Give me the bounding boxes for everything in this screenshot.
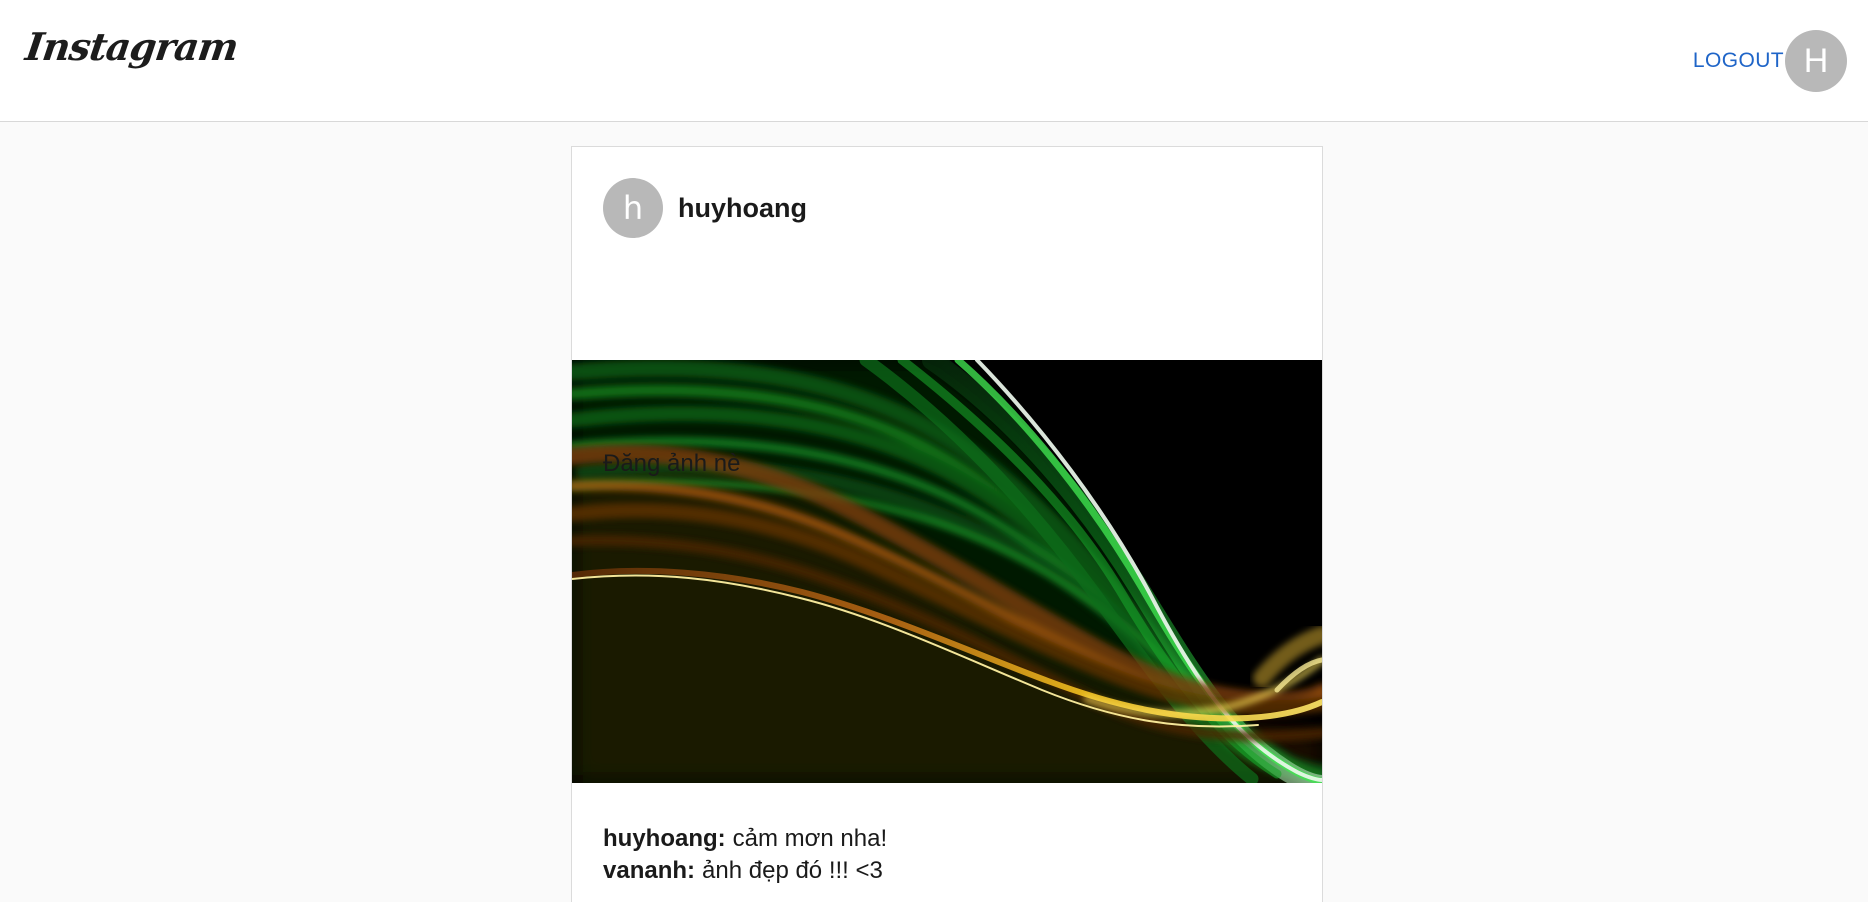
header-actions: LOGOUT H xyxy=(1693,30,1847,92)
comment-text: cảm mơn nha! xyxy=(732,825,888,852)
comment-item: vananh: ảnh đẹp đó !!! <3 xyxy=(603,855,1293,887)
post-header: h huyhoang xyxy=(603,178,807,238)
user-avatar[interactable]: H xyxy=(1785,30,1847,92)
logout-button[interactable]: LOGOUT xyxy=(1693,49,1784,73)
post-comments: huyhoang: cảm mơn nha! vananh: ảnh đẹp đó … xyxy=(603,823,1293,887)
comment-separator: : xyxy=(687,857,696,884)
post-author-username[interactable]: huyhoang xyxy=(678,192,807,224)
post-caption: Đăng ảnh nè xyxy=(603,450,741,477)
comment-text: ảnh đẹp đó !!! <3 xyxy=(702,857,883,884)
instagram-logo[interactable]: Instagram xyxy=(22,18,241,76)
comment-username[interactable]: vananh xyxy=(603,857,687,884)
light-wave-image xyxy=(572,360,1322,783)
comment-item: huyhoang: cảm mơn nha! xyxy=(603,823,1293,855)
comment-username[interactable]: huyhoang xyxy=(603,825,718,852)
comment-separator: : xyxy=(717,825,726,852)
top-navigation-bar: Instagram LOGOUT H xyxy=(0,0,1868,122)
post-author-avatar[interactable]: h xyxy=(603,178,663,238)
post-image xyxy=(572,360,1322,783)
instagram-app: Instagram LOGOUT H h huyhoang Đăng ảnh n… xyxy=(0,0,1868,902)
post-card: h huyhoang Đăng ảnh nè huyhoang: cảm mơn… xyxy=(571,146,1323,902)
